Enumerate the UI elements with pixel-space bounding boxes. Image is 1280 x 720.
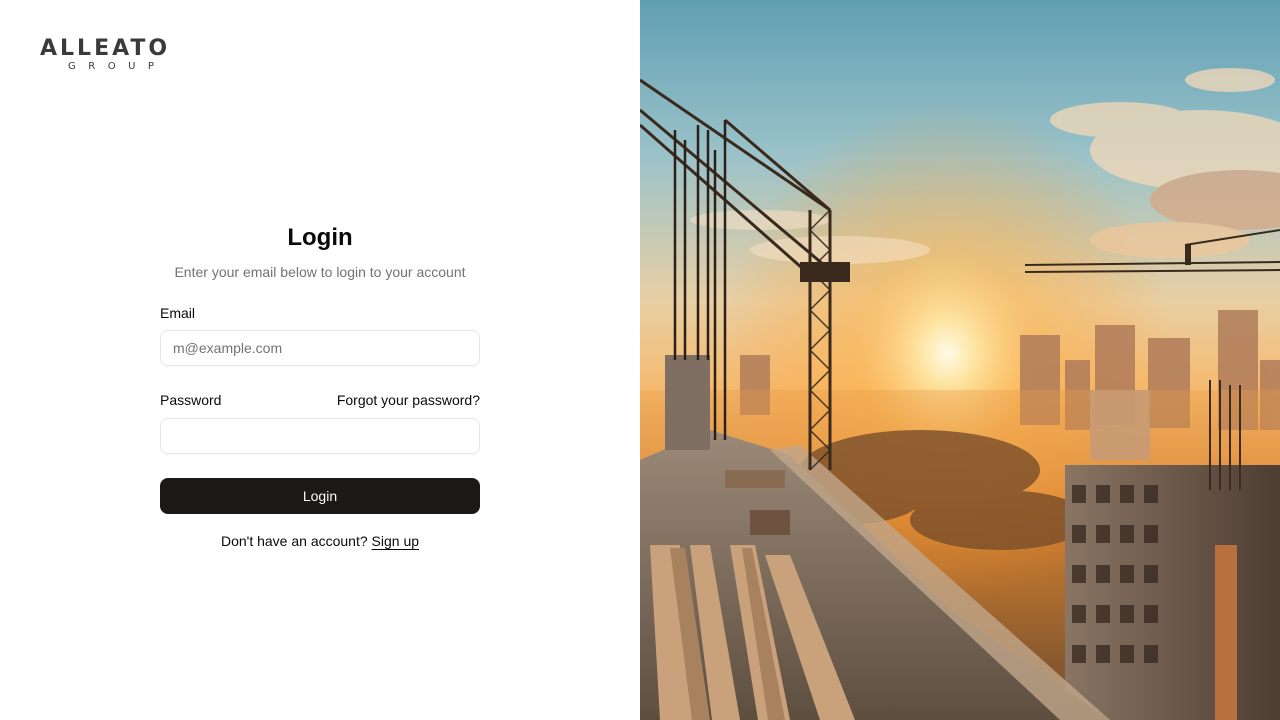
email-field[interactable] — [160, 330, 480, 366]
password-label-row: Password Forgot your password? — [160, 390, 480, 410]
hero-image — [640, 0, 1280, 720]
logo-tagline: GROUP — [68, 61, 167, 72]
alleato-logo: ALLEATO GROUP — [40, 38, 192, 74]
signup-prompt: Don't have an account? — [220, 533, 368, 549]
login-panel: ALLEATO GROUP Login Enter your email bel… — [0, 0, 640, 720]
email-label: Email — [160, 305, 196, 321]
login-button[interactable]: Login — [160, 478, 480, 514]
forgot-password-link[interactable]: Forgot your password? — [337, 392, 480, 408]
signup-row: Don't have an account? Sign up — [160, 531, 480, 551]
login-form: Login Enter your email below to login to… — [160, 222, 480, 551]
page-title: Login — [287, 224, 353, 251]
page-subtitle: Enter your email below to login to your … — [174, 264, 466, 280]
password-label: Password — [160, 392, 222, 408]
construction-site-sunset-image — [640, 0, 1280, 720]
password-field[interactable] — [160, 418, 480, 454]
logo-wordmark: ALLEATO — [40, 36, 171, 61]
sign-up-link[interactable]: Sign up — [372, 533, 419, 549]
